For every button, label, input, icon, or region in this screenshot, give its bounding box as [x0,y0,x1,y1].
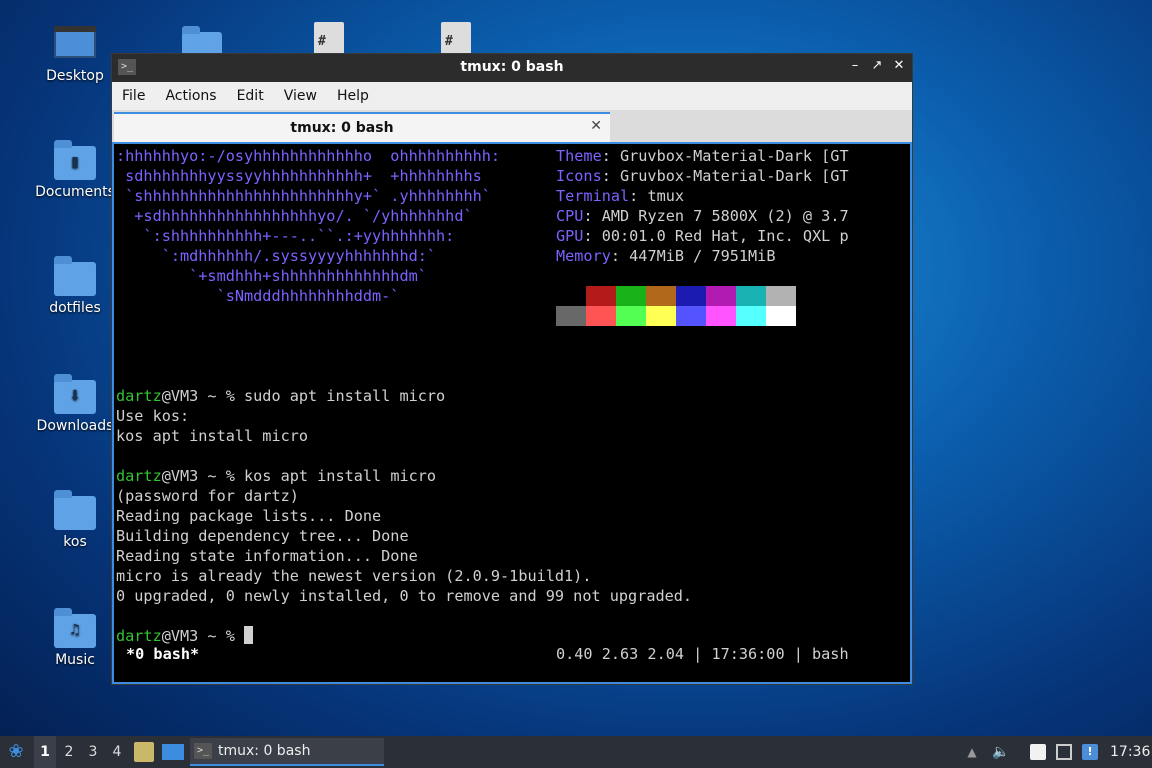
palette-swatch [766,286,796,306]
desktop-icon-label: Desktop [46,68,104,84]
ascii-art-line: `+smdhhh+shhhhhhhhhhhhhdm` [116,267,427,285]
desktop-icon-documents[interactable]: ▮ Documents [28,140,122,200]
output-line: kos apt install micro [116,427,309,445]
network-icon[interactable] [1056,744,1072,760]
tab-bar: tmux: 0 bash ✕ [112,110,912,143]
ascii-art-line: `:mdhhhhhh/.syssyyyyhhhhhhhd:` [116,247,437,265]
info-terminal: Terminal: tmux [556,187,685,205]
clipboard-icon[interactable] [1030,744,1046,760]
palette-swatch [706,306,736,326]
window-titlebar[interactable]: >_ tmux: 0 bash – ↗ ✕ [112,54,912,82]
tmux-window-status[interactable]: *0 bash* [126,644,199,664]
prompt-line: dartz@VM3 ~ % sudo apt install micro [116,387,446,405]
info-icons: Icons: Gruvbox-Material-Dark [GT [556,167,849,185]
desktop-icon-label: dotfiles [49,300,101,316]
palette-swatch [736,286,766,306]
prompt-line: dartz@VM3 ~ % kos apt install micro [116,467,437,485]
ascii-art-line: `shhhhhhhhhhhhhhhhhhhhhhhy+` .yhhhhhhhh` [116,187,491,205]
prompt-line-current[interactable]: dartz@VM3 ~ % [116,626,254,646]
tab-tmux[interactable]: tmux: 0 bash ✕ [114,112,610,142]
palette-swatch [676,306,706,326]
menu-actions[interactable]: Actions [165,88,216,104]
palette-swatch [676,286,706,306]
tray-expand-icon[interactable]: ▲ [964,736,980,768]
output-line: Reading package lists... Done [116,507,382,525]
terminal-app-icon: >_ [194,743,212,759]
workspace-1[interactable]: 1 [34,736,56,768]
menu-file[interactable]: File [122,88,145,104]
palette-swatch [736,306,766,326]
desktop-icon-downloads[interactable]: ⬇ Downloads [28,374,122,434]
palette-swatch [586,286,616,306]
terminal-window[interactable]: >_ tmux: 0 bash – ↗ ✕ File Actions Edit … [111,53,913,685]
volume-icon[interactable]: 🔈 [992,736,1010,768]
desktop-icon-dotfiles[interactable]: dotfiles [28,256,122,316]
tab-close-icon[interactable]: ✕ [590,118,602,134]
clock[interactable]: 17:36 [1110,736,1150,768]
task-label: tmux: 0 bash [218,743,311,759]
folder-icon [54,256,96,296]
ascii-art-line: `:shhhhhhhhhh+---..``.:+yyhhhhhhh: [116,227,455,245]
file-manager-launcher-icon[interactable] [134,742,154,762]
workspace-3[interactable]: 3 [82,736,104,768]
output-line: 0 upgraded, 0 newly installed, 0 to remo… [116,587,693,605]
tmux-status-right: 0.40 2.63 2.04 | 17:36:00 | bash [556,645,849,663]
desktop-icon-label: Downloads [36,418,114,434]
workspace-2[interactable]: 2 [58,736,80,768]
info-theme: Theme: Gruvbox-Material-Dark [GT [556,147,849,165]
desktop-icon-desktop[interactable]: Desktop [28,24,122,84]
output-line: Reading state information... Done [116,547,418,565]
minimize-icon[interactable]: – [848,58,862,73]
palette-swatch [556,306,586,326]
ascii-art-line: :hhhhhhyo:-/osyhhhhhhhhhhhho ohhhhhhhhhh… [116,147,501,165]
folder-download-icon: ⬇ [54,374,96,414]
folder-documents-icon: ▮ [54,140,96,180]
palette-swatch [766,306,796,326]
menu-view[interactable]: View [284,88,317,104]
desktop-icon-label: kos [63,534,87,550]
show-desktop-icon[interactable] [162,744,184,760]
palette-swatch [616,306,646,326]
window-title: tmux: 0 bash [460,59,564,75]
ascii-art-line: sdhhhhhhhyyssyyhhhhhhhhhhh+ +hhhhhhhhs [116,167,482,185]
ascii-art-line: `sNmdddhhhhhhhhddm-` [116,287,400,305]
start-menu-icon[interactable]: ❀ [4,736,28,768]
palette-swatch [556,286,586,306]
output-line: micro is already the newest version (2.0… [116,567,592,585]
desktop-icon-label: Music [55,652,95,668]
notifications-icon[interactable]: ! [1082,744,1098,760]
desktop-icon-music[interactable]: ♫ Music [28,608,122,668]
folder-icon [54,490,96,530]
palette-swatch [706,286,736,306]
palette-swatch [646,306,676,326]
palette-swatch [616,286,646,306]
terminal-view[interactable]: :hhhhhhyo:-/osyhhhhhhhhhhhho ohhhhhhhhhh… [112,142,912,684]
ascii-art-line: +sdhhhhhhhhhhhhhhhhhyo/. `/yhhhhhhhd` [116,207,473,225]
menu-bar: File Actions Edit View Help [112,82,912,110]
desktop-icon-label: Documents [35,184,115,200]
menu-help[interactable]: Help [337,88,369,104]
info-cpu: CPU: AMD Ryzen 7 5800X (2) @ 3.7 [556,207,849,225]
maximize-icon[interactable]: ↗ [870,58,884,73]
desktop-icon-kos[interactable]: kos [28,490,122,550]
info-memory: Memory: 447MiB / 7951MiB [556,247,776,265]
taskbar: ❀ 1 2 3 4 >_ tmux: 0 bash ▲ 🔈 ! 17:36 [0,736,1152,768]
taskbar-task-tmux[interactable]: >_ tmux: 0 bash [190,738,384,766]
text-cursor [244,626,254,644]
info-gpu: GPU: 00:01.0 Red Hat, Inc. QXL p [556,227,849,245]
tab-label: tmux: 0 bash [290,120,394,136]
close-icon[interactable]: ✕ [892,58,906,73]
palette-swatch [586,306,616,326]
output-line: Use kos: [116,407,190,425]
monitor-icon [54,26,96,58]
menu-edit[interactable]: Edit [237,88,264,104]
palette-swatch [646,286,676,306]
output-line: Building dependency tree... Done [116,527,409,545]
folder-music-icon: ♫ [54,608,96,648]
workspace-4[interactable]: 4 [106,736,128,768]
output-line: (password for dartz) [116,487,299,505]
